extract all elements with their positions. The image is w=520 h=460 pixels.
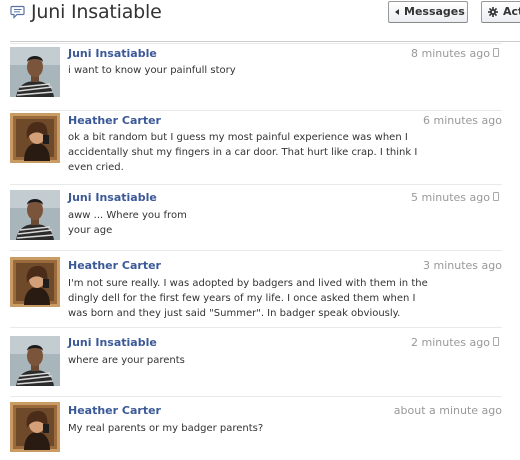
message-body: aww ... Where you from your age: [68, 208, 498, 238]
message-author[interactable]: Heather Carter: [68, 259, 161, 272]
message-line: I'm not sure really. I was adopted by ba…: [68, 278, 428, 289]
mobile-phone-icon: [493, 192, 499, 201]
message-author[interactable]: Heather Carter: [68, 404, 161, 417]
avatar-heather[interactable]: [10, 257, 60, 307]
message-body: My real parents or my badger parents?: [68, 421, 498, 436]
header-divider: [10, 41, 520, 42]
avatar-juni[interactable]: [10, 336, 60, 386]
message-body: ok a bit random but I guess my most pain…: [68, 130, 498, 175]
message-divider: [10, 327, 502, 328]
message-timestamp: 2 minutes ago: [411, 336, 490, 349]
message-line: aww ... Where you from: [68, 210, 187, 221]
gear-icon: [488, 7, 498, 17]
message-divider: [10, 43, 502, 44]
message-divider: [10, 250, 502, 251]
chat-bubble-icon: [10, 5, 25, 19]
message-divider: [10, 184, 502, 185]
mobile-phone-icon: [493, 337, 499, 346]
message-divider: [10, 396, 502, 397]
avatar-juni[interactable]: [10, 47, 60, 97]
message-line: My real parents or my badger parents?: [68, 423, 264, 434]
messages-button[interactable]: Messages: [388, 1, 468, 23]
message-author[interactable]: Juni Insatiable: [68, 191, 157, 204]
message-body: i want to know your painfull story: [68, 63, 498, 78]
message-divider: [10, 110, 502, 111]
message-body: I'm not sure really. I was adopted by ba…: [68, 276, 498, 321]
message-author[interactable]: Heather Carter: [68, 114, 161, 127]
message-line: your age: [68, 225, 113, 236]
mobile-phone-icon: [493, 48, 499, 57]
messages-button-label: Messages: [404, 5, 465, 18]
actions-button[interactable]: Actions: [481, 1, 520, 23]
actions-button-label: Actions: [503, 5, 520, 18]
avatar-juni[interactable]: [10, 190, 60, 240]
avatar-heather[interactable]: [10, 113, 60, 163]
message-line: was born and they just said "Summer". In…: [68, 308, 401, 319]
message-line: where are your parents: [68, 355, 185, 366]
message-timestamp: 8 minutes ago: [411, 47, 490, 60]
back-arrow-icon: [395, 9, 399, 15]
message-timestamp: 5 minutes ago: [411, 191, 490, 204]
message-line: ok a bit random but I guess my most pain…: [68, 132, 408, 143]
conversation-title: Juni Insatiable: [31, 1, 162, 23]
message-line: i want to know your painfull story: [68, 65, 236, 76]
avatar-heather[interactable]: [10, 402, 60, 452]
message-author[interactable]: Juni Insatiable: [68, 47, 157, 60]
message-timestamp: 6 minutes ago: [423, 114, 502, 127]
conversation-header: Juni Insatiable Messages Actions: [0, 0, 520, 40]
message-line: accidentally shut my fingers in a car do…: [68, 147, 418, 158]
message-line: even cried.: [68, 162, 124, 173]
message-timestamp: about a minute ago: [393, 404, 502, 417]
message-author[interactable]: Juni Insatiable: [68, 336, 157, 349]
message-line: dingly dell for the first few years of m…: [68, 293, 416, 304]
message-body: where are your parents: [68, 353, 498, 368]
message-timestamp: 3 minutes ago: [423, 259, 502, 272]
